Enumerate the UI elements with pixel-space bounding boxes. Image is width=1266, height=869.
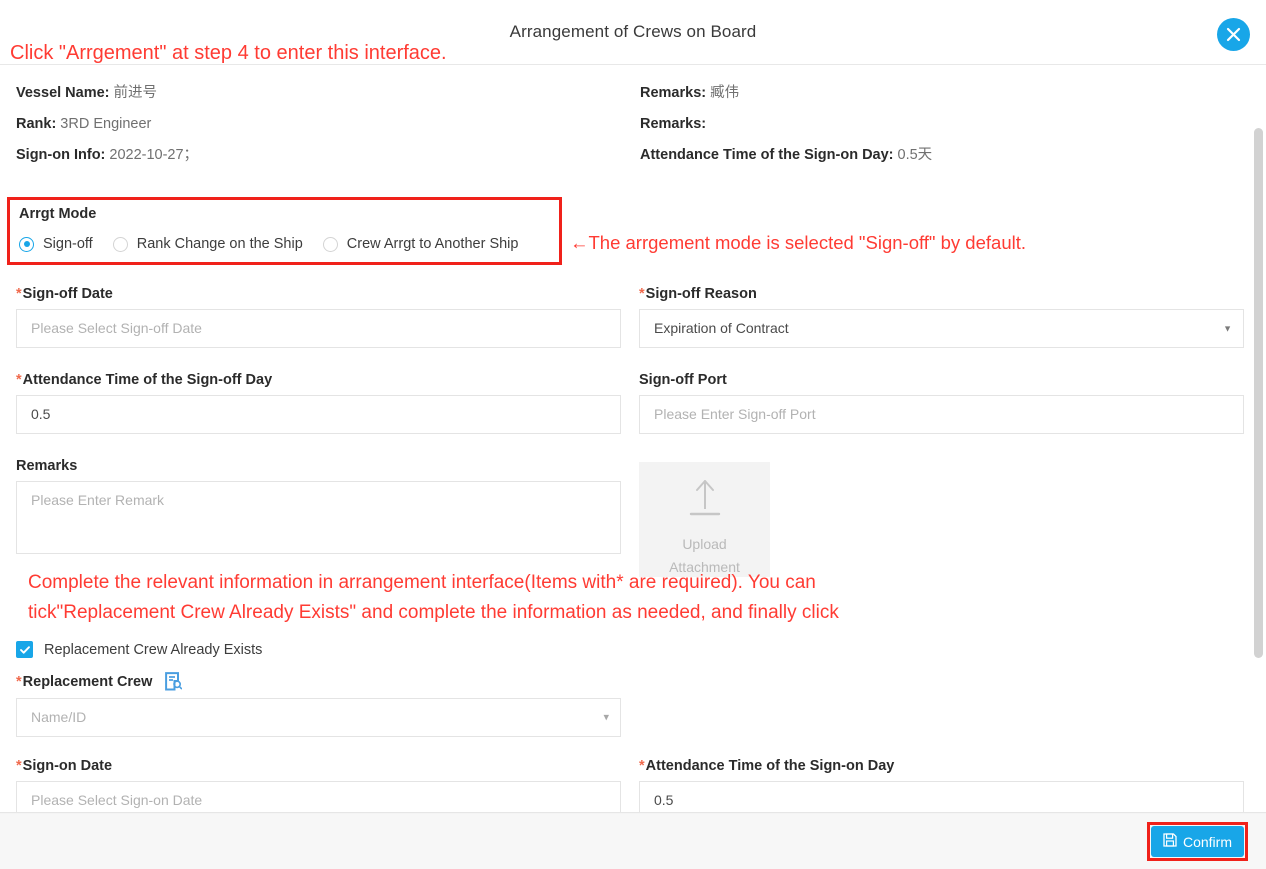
remarks-textarea[interactable]: Please Enter Remark <box>16 481 621 554</box>
field-label: * Sign-off Reason <box>639 286 1244 302</box>
required-marker: * <box>639 758 645 774</box>
info-value: 2022-10-27； <box>109 147 199 163</box>
info-row: Attendance Time of the Sign-on Day: 0.5天 <box>640 140 1240 171</box>
field-label: * Attendance Time of the Sign-off Day <box>16 372 621 388</box>
checkbox-check-icon <box>16 641 33 658</box>
info-row: Vessel Name: 前进号 <box>16 78 616 109</box>
doc-search-icon[interactable] <box>165 672 183 691</box>
info-label: Attendance Time of the Sign-on Day: <box>640 147 894 163</box>
confirm-highlight-box: Confirm <box>1146 822 1248 861</box>
save-floppy-icon <box>1163 833 1177 850</box>
required-marker: * <box>16 372 22 388</box>
info-row: Remarks: 臧伟 <box>640 78 1240 109</box>
annotation-arrgt-mode: ←The arrgement mode is selected "Sign-of… <box>570 232 1026 253</box>
field-signoff-date: * Sign-off Date Please Select Sign-off Da… <box>16 286 621 348</box>
upload-attachment-button[interactable]: Upload Attachment <box>639 462 770 577</box>
replacement-crew-exists-checkbox[interactable]: Replacement Crew Already Exists <box>16 641 262 658</box>
confirm-button-label: Confirm <box>1182 833 1232 850</box>
annotation-line-1: Complete the relevant information in arr… <box>28 572 816 593</box>
info-value: 前进号 <box>113 85 158 101</box>
required-marker: * <box>16 758 22 774</box>
radio-label: Sign-off <box>43 236 93 252</box>
info-row: Rank: 3RD Engineer <box>16 109 616 140</box>
field-replacement-crew: * Replacement Crew Name/ID ▾ <box>16 672 621 737</box>
field-signon-date: * Sign-on Date Please Select Sign-on Date <box>16 758 621 820</box>
radio-label: Rank Change on the Ship <box>136 236 303 252</box>
label-text: Remarks <box>16 458 78 474</box>
info-value: 0.5天 <box>897 147 933 163</box>
field-signoff-reason: * Sign-off Reason Expiration of Contract … <box>639 286 1244 348</box>
radio-label: Crew Arrgt to Another Ship <box>346 236 519 252</box>
replacement-crew-placeholder: Name/ID <box>31 709 87 725</box>
label-text: Attendance Time of the Sign-on Day <box>645 758 895 774</box>
label-text: Sign-off Port <box>639 372 727 388</box>
upload-label-line1: Upload <box>682 536 727 552</box>
info-label: Remarks: <box>640 85 707 101</box>
field-label: * Attendance Time of the Sign-on Day <box>639 758 1244 774</box>
field-attendance-signon: * Attendance Time of the Sign-on Day 0.5 <box>639 758 1244 820</box>
replacement-crew-select[interactable]: Name/ID ▾ <box>16 698 621 737</box>
crew-info-summary: Vessel Name: 前进号 Rank: 3RD Engineer Sign-o… <box>0 78 1250 188</box>
info-label: Rank: <box>16 116 57 132</box>
radio-rank-change-on-the-ship[interactable]: Rank Change on the Ship <box>112 236 303 252</box>
radio-dot-icon <box>112 236 128 252</box>
dialog-title: Arrangement of Crews on Board <box>509 22 757 41</box>
field-label: * Sign-on Date <box>16 758 621 774</box>
arrgt-mode-radios: Sign-off Rank Change on the Ship Crew Ar… <box>19 236 518 252</box>
vertical-scrollbar[interactable] <box>1250 66 1266 812</box>
radio-dot-icon <box>19 236 34 252</box>
arrgt-mode-group: Arrgt Mode Sign-off Rank Change on the S… <box>7 197 562 265</box>
scrollbar-thumb[interactable] <box>1254 128 1263 658</box>
required-marker: * <box>639 286 645 302</box>
field-attendance-signoff: * Attendance Time of the Sign-off Day 0.5 <box>16 372 621 434</box>
upload-arrow-icon <box>684 476 726 525</box>
confirm-button[interactable]: Confirm <box>1150 826 1244 857</box>
field-label: * Replacement Crew <box>16 672 621 691</box>
info-column-left: Vessel Name: 前进号 Rank: 3RD Engineer Sign-o… <box>16 78 616 171</box>
info-label: Sign-on Info: <box>16 147 106 163</box>
signoff-reason-select[interactable]: Expiration of Contract ▼ <box>639 309 1244 348</box>
field-remarks: Remarks Please Enter Remark <box>16 458 621 554</box>
field-signoff-port: Sign-off Port Please Enter Sign-off Port <box>639 372 1244 434</box>
required-marker: * <box>16 673 22 690</box>
annotation-instructions: Complete the relevant information in arr… <box>28 568 1188 628</box>
annotation-line-2: tick"Replacement Crew Already Exists" an… <box>28 602 839 623</box>
field-label: Sign-off Port <box>639 372 1244 388</box>
label-text: Attendance Time of the Sign-off Day <box>22 372 273 388</box>
field-label: Remarks <box>16 458 621 474</box>
label-text: Sign-on Date <box>22 758 113 774</box>
attendance-signoff-input[interactable]: 0.5 <box>16 395 621 434</box>
signoff-date-input[interactable]: Please Select Sign-off Date <box>16 309 621 348</box>
close-icon[interactable] <box>1217 18 1250 51</box>
info-row: Sign-on Info: 2022-10-27； <box>16 140 616 171</box>
info-value: 臧伟 <box>710 85 740 101</box>
radio-dot-icon <box>322 236 338 252</box>
checkbox-label: Replacement Crew Already Exists <box>44 641 263 658</box>
chevron-down-icon: ▼ <box>1223 323 1232 333</box>
radio-sign-off[interactable]: Sign-off <box>19 236 93 252</box>
info-row: Remarks: <box>640 109 1240 140</box>
info-column-right: Remarks: 臧伟 Remarks: Attendance Time of t… <box>640 78 1240 171</box>
radio-crew-arrgt-to-another-ship[interactable]: Crew Arrgt to Another Ship <box>322 236 519 252</box>
annotation-top: Click "Arrgement" at step 4 to enter thi… <box>10 42 447 64</box>
label-text: Sign-off Date <box>22 286 113 302</box>
chevron-down-icon: ▾ <box>603 711 609 723</box>
dialog-footer: Confirm <box>0 812 1266 869</box>
required-marker: * <box>16 286 22 302</box>
info-value: 3RD Engineer <box>60 116 152 132</box>
field-label: * Sign-off Date <box>16 286 621 302</box>
arrgt-mode-legend: Arrgt Mode <box>19 206 97 222</box>
label-text: Replacement Crew <box>22 673 153 690</box>
arrangement-dialog: Arrangement of Crews on Board Click "Arr… <box>0 0 1266 869</box>
signoff-port-input[interactable]: Please Enter Sign-off Port <box>639 395 1244 434</box>
info-label: Remarks: <box>640 116 707 132</box>
label-text: Sign-off Reason <box>645 286 757 302</box>
signoff-reason-value: Expiration of Contract <box>654 320 789 336</box>
info-label: Vessel Name: <box>16 85 110 101</box>
